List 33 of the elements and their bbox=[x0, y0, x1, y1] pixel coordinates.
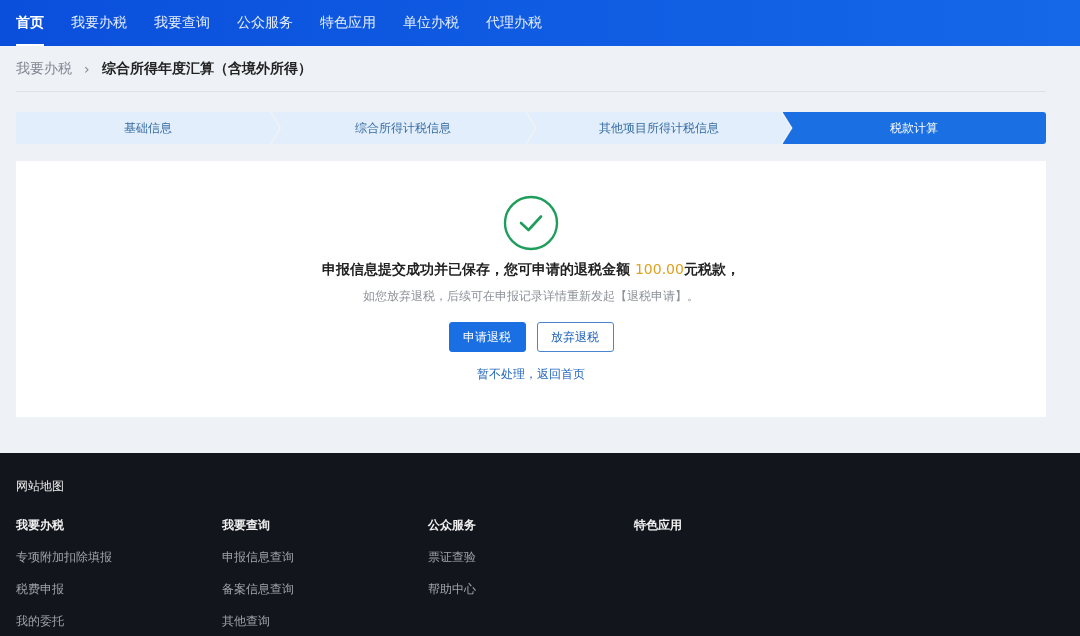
breadcrumb-separator: › bbox=[84, 60, 90, 77]
page-title: 综合所得年度汇算（含境外所得） bbox=[101, 59, 312, 78]
progress-step: 税款计算 bbox=[782, 112, 1046, 144]
nav-tab[interactable]: 公众服务 bbox=[237, 0, 293, 46]
refund-hint-text: 如您放弃退税，后续可在申报记录详情重新发起【退税申请】。 bbox=[363, 288, 699, 305]
sitemap-heading: 公众服务 bbox=[428, 517, 477, 534]
success-check-icon bbox=[503, 195, 559, 251]
sitemap-heading: 我要办税 bbox=[16, 517, 65, 534]
success-message: 申报信息提交成功并已保存，您可申请的退税金额 100.00元税款， bbox=[322, 261, 740, 279]
nav-tab[interactable]: 单位办税 bbox=[403, 0, 459, 46]
sitemap-link[interactable]: 其他查询 bbox=[222, 613, 428, 630]
return-home-link[interactable]: 暂不处理，返回首页 bbox=[477, 366, 585, 383]
sitemap-title: 网站地图 bbox=[16, 478, 65, 495]
sitemap-link[interactable]: 我的委托 bbox=[16, 613, 222, 630]
nav-tab[interactable]: 特色应用 bbox=[320, 0, 376, 46]
sitemap-link[interactable]: 帮助中心 bbox=[428, 581, 634, 598]
progress-step: 综合所得计税信息 bbox=[271, 112, 535, 144]
sitemap-link[interactable]: 税费申报 bbox=[16, 581, 222, 598]
apply-refund-button[interactable]: 申请退税 bbox=[448, 322, 526, 352]
sitemap-heading: 特色应用 bbox=[634, 517, 683, 534]
sitemap-link[interactable]: 票证查验 bbox=[428, 549, 634, 566]
nav-tab[interactable]: 首页 bbox=[16, 0, 44, 46]
sitemap-link[interactable]: 专项附加扣除填报 bbox=[16, 549, 222, 566]
nav-tab[interactable]: 我要查询 bbox=[154, 0, 210, 46]
breadcrumb-link[interactable]: 我要办税 bbox=[16, 59, 72, 78]
nav-tab[interactable]: 我要办税 bbox=[71, 0, 127, 46]
sitemap-link[interactable]: 备案信息查询 bbox=[222, 581, 428, 598]
sitemap-heading: 我要查询 bbox=[222, 517, 271, 534]
progress-step: 基础信息 bbox=[16, 112, 280, 144]
waive-refund-button[interactable]: 放弃退税 bbox=[536, 322, 614, 352]
nav-tab[interactable]: 代理办税 bbox=[486, 0, 542, 46]
sitemap-link[interactable]: 申报信息查询 bbox=[222, 549, 428, 566]
progress-step: 其他项目所得计税信息 bbox=[527, 112, 791, 144]
